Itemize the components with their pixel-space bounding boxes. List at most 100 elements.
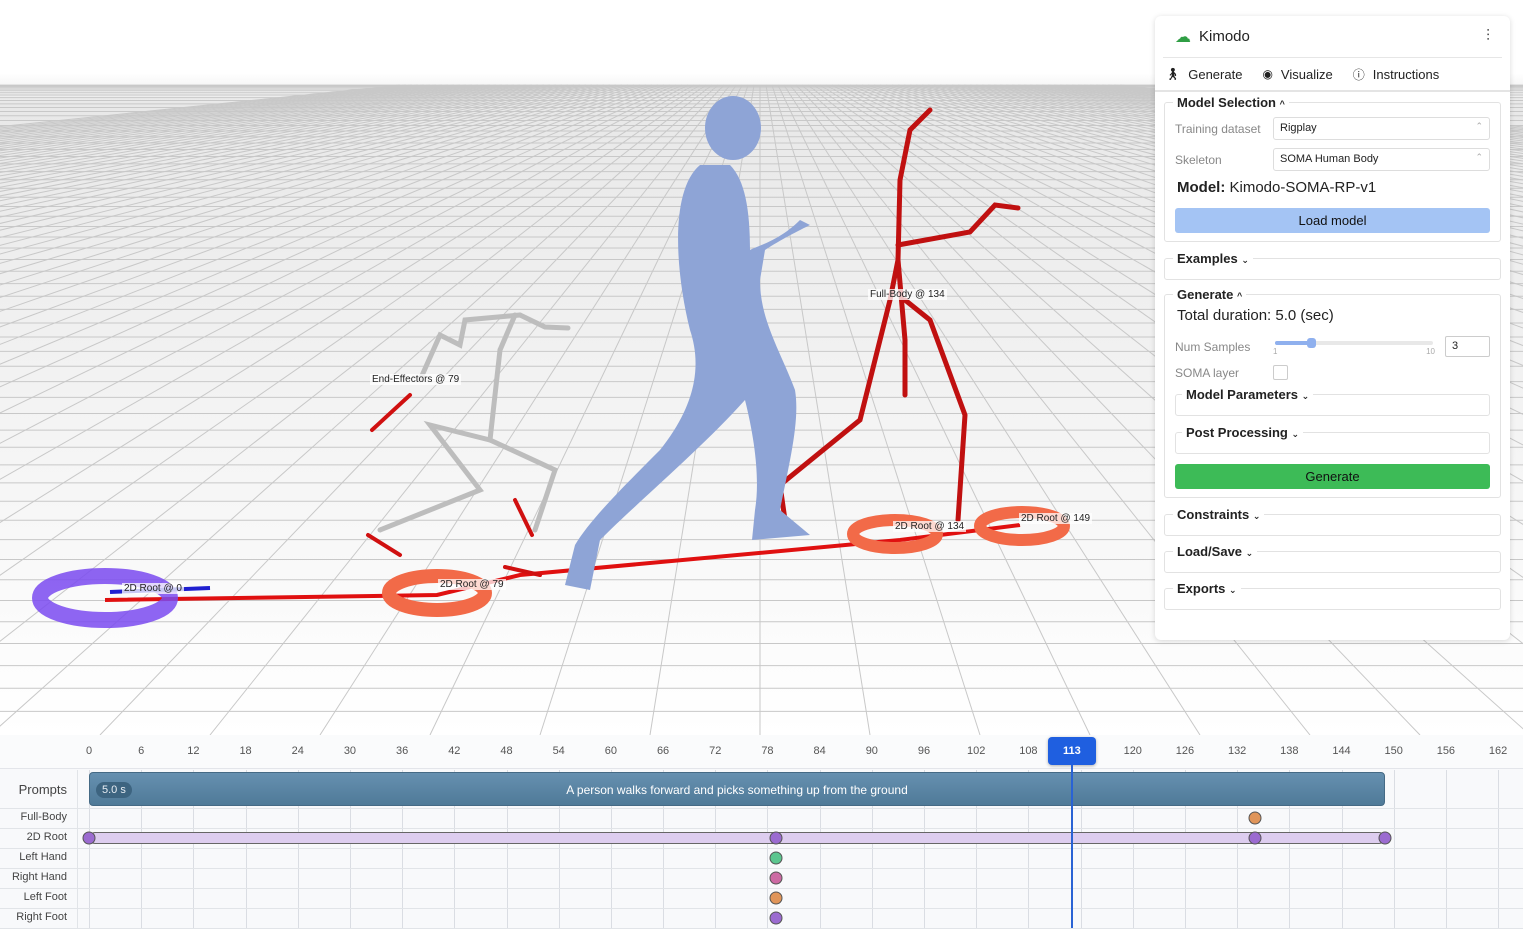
frame-tick: 156 bbox=[1436, 745, 1456, 757]
num-samples-label: Num Samples bbox=[1175, 339, 1251, 354]
training-dataset-label: Training dataset bbox=[1175, 121, 1261, 136]
frame-tick: 126 bbox=[1175, 745, 1195, 757]
keyframe-left-foot[interactable] bbox=[769, 891, 783, 905]
section-title: Examples bbox=[1177, 251, 1238, 266]
model-label: Model: bbox=[1177, 179, 1226, 196]
chevron-up-icon: ^ bbox=[1279, 99, 1285, 109]
exports-header[interactable]: Exports ⌄ bbox=[1173, 581, 1241, 596]
tab-bar: 🚶︎ Generate ◉ Visualize ⓘ Instructions bbox=[1155, 58, 1510, 92]
load-save-section: Load/Save ⌄ bbox=[1164, 544, 1501, 573]
frame-tick: 0 bbox=[85, 745, 93, 757]
frame-tick: 6 bbox=[138, 745, 145, 757]
tab-generate[interactable]: 🚶︎ Generate bbox=[1165, 67, 1242, 82]
chevron-down-icon: ⌄ bbox=[1252, 511, 1261, 521]
tab-label: Visualize bbox=[1280, 66, 1333, 82]
end-effectors-label: End-Effectors @ 79 bbox=[370, 374, 462, 385]
model-parameters-header[interactable]: Model Parameters ⌄ bbox=[1182, 387, 1314, 402]
info-icon: ⓘ bbox=[1352, 67, 1365, 82]
frame-tick: 84 bbox=[813, 745, 826, 757]
control-panel: ☁ Kimodo ⫶ 🚶︎ Generate ◉ Visualize ⓘ Instru… bbox=[1155, 16, 1510, 640]
root-134-label: 2D Root @ 134 bbox=[893, 521, 967, 532]
section-title: Load/Save bbox=[1177, 544, 1243, 559]
keyframe-2d-root[interactable] bbox=[1248, 831, 1262, 845]
timeline-ruler[interactable]: 0 6 12 18 24 30 36 42 48 54 60 66 72 78 84 90 96 102 108 12… bbox=[0, 735, 1523, 769]
chevron-up-icon: ^ bbox=[1237, 291, 1243, 301]
playhead-handle[interactable]: 113 bbox=[1047, 737, 1096, 765]
load-model-button[interactable]: Load model bbox=[1175, 208, 1490, 233]
frame-tick: 132 bbox=[1227, 745, 1247, 757]
prompt-bar[interactable]: 5.0 sA person walks forward and picks so… bbox=[89, 772, 1385, 806]
total-duration: Total duration: 5.0 (sec) bbox=[1177, 307, 1334, 324]
chevron-down-icon: ⌄ bbox=[1301, 391, 1310, 401]
tab-instructions[interactable]: ⓘ Instructions bbox=[1353, 66, 1440, 83]
model-value: Kimodo-SOMA-RP-v1 bbox=[1229, 179, 1377, 196]
post-processing-header[interactable]: Post Processing ⌄ bbox=[1182, 425, 1304, 440]
skeleton-select[interactable]: SOMA Human Body bbox=[1273, 148, 1490, 171]
row-label-left-foot: Left Foot bbox=[23, 891, 67, 903]
model-parameters-section: Model Parameters ⌄ bbox=[1175, 387, 1490, 416]
section-title: Exports bbox=[1177, 581, 1226, 596]
section-title: Generate bbox=[1177, 287, 1234, 302]
constraints-header[interactable]: Constraints ⌄ bbox=[1173, 507, 1265, 522]
keyframe-right-foot[interactable] bbox=[769, 911, 783, 925]
frame-tick: 36 bbox=[396, 745, 409, 757]
frame-tick: 144 bbox=[1332, 745, 1351, 757]
chevron-down-icon: ⌄ bbox=[1245, 548, 1254, 558]
slider-max: 10 bbox=[1426, 346, 1435, 356]
generate-header[interactable]: Generate ^ bbox=[1173, 287, 1247, 302]
frame-tick: 60 bbox=[604, 745, 617, 757]
row-label-left-hand: Left Hand bbox=[19, 851, 67, 863]
full-body-label: Full-Body @ 134 bbox=[868, 289, 947, 300]
tab-visualize[interactable]: ◉ Visualize bbox=[1262, 67, 1332, 82]
training-dataset-select[interactable]: Rigplay bbox=[1273, 117, 1490, 140]
generate-button[interactable]: Generate bbox=[1175, 464, 1490, 489]
examples-header[interactable]: Examples ⌄ bbox=[1173, 251, 1253, 266]
frame-tick: 12 bbox=[187, 745, 200, 757]
keyframe-right-hand[interactable] bbox=[769, 871, 783, 885]
prompt-text[interactable]: A person walks forward and picks somethi… bbox=[90, 783, 1384, 797]
grid-line bbox=[1498, 770, 1500, 928]
section-title: Model Selection bbox=[1177, 95, 1276, 110]
slider-handle[interactable] bbox=[1307, 337, 1316, 348]
frame-tick: 48 bbox=[500, 745, 513, 757]
sliders-icon[interactable]: ⫶ bbox=[1486, 28, 1490, 46]
frame-tick: 42 bbox=[448, 745, 461, 757]
frame-tick: 90 bbox=[865, 745, 878, 757]
frame-tick: 54 bbox=[552, 745, 565, 757]
root-149-label: 2D Root @ 149 bbox=[1019, 513, 1093, 524]
grid-line bbox=[1445, 770, 1447, 928]
row-divider bbox=[0, 828, 1523, 829]
soma-layer-label: SOMA layer bbox=[1175, 365, 1240, 380]
tab-label: Instructions bbox=[1372, 66, 1440, 82]
chevron-down-icon: ⌄ bbox=[1291, 429, 1300, 439]
keyframe-left-hand[interactable] bbox=[769, 851, 783, 865]
load-save-header[interactable]: Load/Save ⌄ bbox=[1173, 544, 1258, 559]
row-label-right-hand: Right Hand bbox=[11, 871, 67, 883]
tab-label: Generate bbox=[1188, 66, 1243, 82]
row-divider bbox=[0, 848, 1523, 849]
label-column-divider bbox=[77, 770, 78, 928]
model-selection-section: Model Selection ^ Training dataset Rigpla… bbox=[1164, 95, 1501, 242]
section-title: Model Parameters bbox=[1186, 387, 1298, 402]
chevron-down-icon: ⌄ bbox=[1229, 585, 1237, 595]
model-selection-header[interactable]: Model Selection ^ bbox=[1173, 95, 1289, 110]
row-label-full-body: Full-Body bbox=[20, 811, 67, 823]
playhead-line[interactable] bbox=[1070, 765, 1073, 928]
frame-tick: 138 bbox=[1280, 745, 1299, 757]
keyframe-2d-root[interactable] bbox=[82, 831, 96, 845]
timeline[interactable]: 0 6 12 18 24 30 36 42 48 54 60 66 72 78 84 90 96 102 108 12… bbox=[0, 735, 1523, 929]
frame-tick: 120 bbox=[1123, 745, 1142, 757]
frame-tick: 72 bbox=[709, 745, 722, 757]
section-title: Constraints bbox=[1177, 507, 1250, 522]
keyframe-2d-root[interactable] bbox=[769, 831, 783, 845]
constraints-section: Constraints ⌄ bbox=[1164, 507, 1501, 536]
soma-layer-checkbox[interactable] bbox=[1273, 365, 1288, 380]
num-samples-slider[interactable]: 1 10 bbox=[1273, 337, 1435, 357]
frame-tick: 162 bbox=[1488, 745, 1508, 757]
frame-tick: 96 bbox=[917, 745, 931, 757]
row-divider bbox=[0, 868, 1523, 869]
keyframe-full-body[interactable] bbox=[1248, 811, 1262, 825]
num-samples-input[interactable]: 3 bbox=[1445, 336, 1490, 357]
keyframe-2d-root[interactable] bbox=[1378, 831, 1392, 845]
root-constraint-span[interactable] bbox=[89, 832, 1385, 844]
